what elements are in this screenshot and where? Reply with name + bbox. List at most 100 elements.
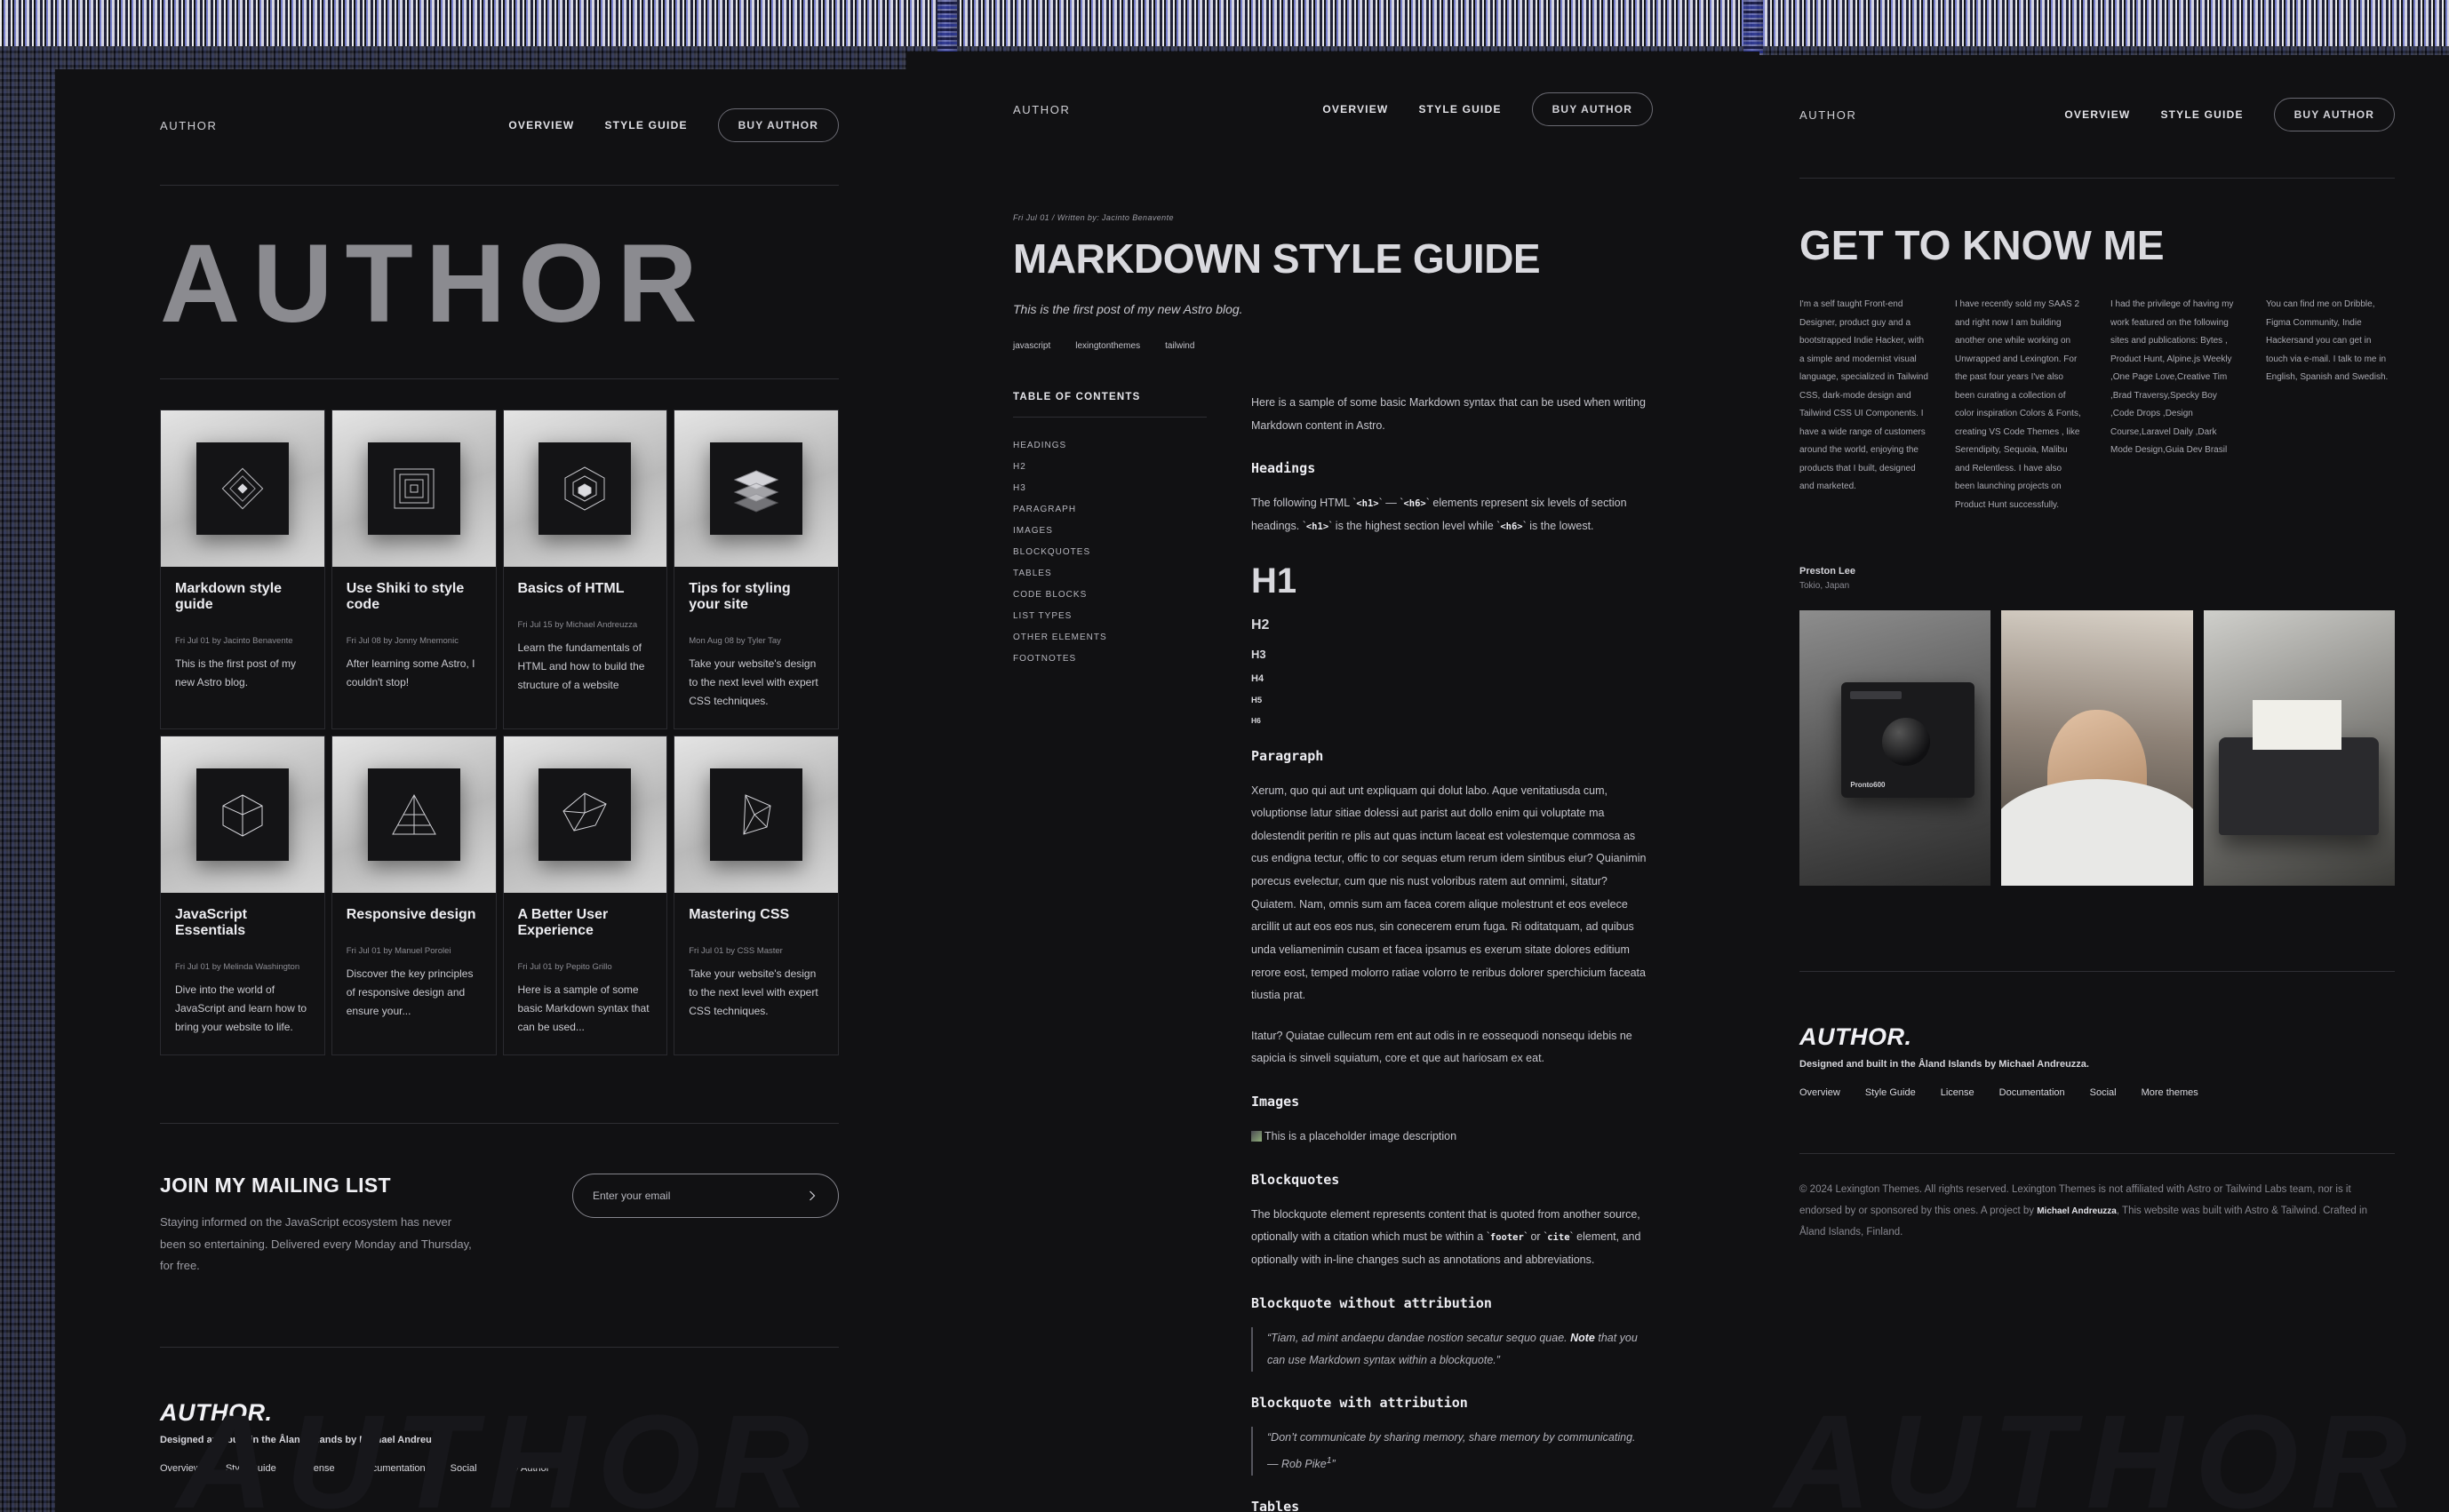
article-tag[interactable]: tailwind [1165,341,1194,351]
post-card[interactable]: A Better User Experience Fri Jul 01 by Pe… [502,736,668,1055]
nav-overview[interactable]: OVERVIEW [508,119,574,131]
toc-item-other-elements[interactable]: OTHER ELEMENTS [1013,633,1207,642]
post-card[interactable]: Markdown style guide Fri Jul 01 by Jacint… [160,410,325,729]
about-footer-link-more-themes[interactable]: More themes [2142,1087,2198,1098]
footer-link-overview[interactable]: Overview [160,1463,201,1474]
toc-item-h2[interactable]: H2 [1013,462,1207,472]
code-h6-b: <h6> [1500,521,1523,532]
about-footer-logo: AUTHOR. [1799,1023,1912,1050]
demo-heading-h4: H4 [1251,672,1264,684]
footer-link-license[interactable]: License [301,1463,335,1474]
article-nav-style-guide[interactable]: STYLE GUIDE [1418,103,1501,115]
concentric-diamond-icon [221,467,264,510]
post-card-thumbnail [161,410,324,567]
article-primary-nav: OVERVIEW STYLE GUIDE BUY AUTHOR [1322,92,1653,126]
toc-item-h3[interactable]: H3 [1013,483,1207,493]
post-card-meta: Fri Jul 15 by Michael Andreuzza [517,620,638,630]
bq-quote-close: ” [1331,1457,1336,1470]
article-nav-overview[interactable]: OVERVIEW [1322,103,1388,115]
footer-link-style-guide[interactable]: Style Guide [226,1463,276,1474]
about-nav-overview[interactable]: OVERVIEW [2064,108,2130,121]
toc-item-headings[interactable]: HEADINGS [1013,441,1207,450]
bq-note-emphasis: Note [1570,1331,1595,1344]
heading-blockquote-without-attribution: Blockquote without attribution [1251,1294,1492,1311]
folded-cube-icon [562,792,608,832]
chevron-right-icon[interactable] [806,1190,818,1202]
stacked-layers-icon [733,470,779,513]
toc-item-tables[interactable]: TABLES [1013,569,1207,578]
post-card-title: JavaScript Essentials [175,907,247,938]
hb2: — [1382,497,1400,510]
nav-style-guide[interactable]: STYLE GUIDE [604,119,687,131]
about-column-paragraph: You can find me on Dribble, Figma Commun… [2266,299,2389,382]
article-lede: This is the first post of my new Astro b… [1013,302,1243,316]
buy-author-button[interactable]: BUY AUTHOR [717,108,839,142]
post-card[interactable]: Use Shiki to style code Fri Jul 08 by Jon… [331,410,497,729]
about-legal-author-name: Michael Andreuzza [2037,1206,2117,1217]
hb5: is the lowest. [1526,519,1594,532]
post-card-thumbnail [674,736,838,893]
bq-with-text: “Don’t communicate by sharing memory, sh… [1267,1430,1636,1444]
post-card-thumbnail [503,410,667,567]
about-nav-style-guide[interactable]: STYLE GUIDE [2160,108,2243,121]
about-column-paragraph: I'm a self taught Front-end Designer, pr… [1799,299,1928,491]
article-buy-author-button[interactable]: BUY AUTHOR [1531,92,1653,126]
cube-icon [222,794,263,837]
post-card-thumbnail [161,736,324,893]
article-body-layout: TABLE OF CONTENTS HEADINGS H2 H3 PARAGRAPH I… [1013,392,1653,1512]
post-card[interactable]: Basics of HTML Fri Jul 15 by Michael Andr… [502,410,668,729]
post-card[interactable]: Tips for styling your site Mon Aug 08 by … [674,410,839,729]
footer-top-divider [160,1347,839,1349]
post-card-meta: Fri Jul 01 by Jacinto Benavente [175,636,293,646]
triangle-lines-icon [391,793,436,835]
person-card: Preston Lee Tokio, Japan [1799,566,2395,591]
mailing-list-section: JOIN MY MAILING LIST Staying informed on… [160,1174,839,1277]
toc-item-blockquotes[interactable]: BLOCKQUOTES [1013,547,1207,557]
toc-item-list-types[interactable]: LIST TYPES [1013,611,1207,621]
about-footer-link-license[interactable]: License [1941,1087,1974,1098]
about-footer-link-social[interactable]: Social [2090,1087,2117,1098]
footer-link-buy-author[interactable]: Buy Author [502,1463,550,1474]
polaroid-camera-photo: Pronto600 [1799,610,1991,886]
heading-blockquotes: Blockquotes [1251,1171,1340,1188]
article-meta: Fri Jul 01 / Written by: Jacinto Benaven… [1013,213,1174,222]
post-card[interactable]: Mastering CSS Fri Jul 01 by CSS Master Tak… [674,736,839,1055]
heading-tables: Tables [1251,1498,1300,1512]
about-footer-link-documentation[interactable]: Documentation [1999,1087,2065,1098]
toc-item-footnotes[interactable]: FOOTNOTES [1013,654,1207,664]
site-footer: AUTHOR. Designed and built in the Åland … [160,1399,839,1474]
footer-link-social[interactable]: Social [451,1463,477,1474]
toc-item-code-blocks[interactable]: CODE BLOCKS [1013,590,1207,600]
toc-list: HEADINGS H2 H3 PARAGRAPH IMAGES BLOCKQUOTES TA… [1013,441,1207,664]
post-card[interactable]: Responsive design Fri Jul 01 by Manuel Po… [331,736,497,1055]
portrait-man-photo [2001,610,2193,886]
about-primary-nav: OVERVIEW STYLE GUIDE BUY AUTHOR [2064,98,2395,131]
about-footer-link-style-guide[interactable]: Style Guide [1865,1087,1916,1098]
footer-link-documentation[interactable]: Documentation [360,1463,426,1474]
typewriter-graphic [2219,699,2380,835]
article-page-panel: AUTHOR OVERVIEW STYLE GUIDE BUY AUTHOR F… [906,52,1759,1512]
demo-heading-h1: H1 [1251,561,1297,601]
polaroid-camera-graphic: Pronto600 [1841,681,1975,798]
article-intro: Here is a sample of some basic Markdown … [1251,396,1646,432]
post-card[interactable]: JavaScript Essentials Fri Jul 01 by Melin… [160,736,325,1055]
toc-item-images[interactable]: IMAGES [1013,526,1207,536]
article-header: Fri Jul 01 / Written by: Jacinto Benaven… [1013,213,1653,351]
about-buy-author-button[interactable]: BUY AUTHOR [2273,98,2395,131]
primary-nav: OVERVIEW STYLE GUIDE BUY AUTHOR [508,108,839,142]
post-card-title: Markdown style guide [175,581,283,612]
post-card-title: Tips for styling your site [689,581,791,612]
spiral-square-icon [394,468,435,509]
post-card-thumbnail [674,410,838,567]
post-card-meta: Fri Jul 01 by Melinda Washington [175,962,300,972]
toc-item-paragraph[interactable]: PARAGRAPH [1013,505,1207,514]
article-tag[interactable]: lexingtonthemes [1075,341,1140,351]
email-signup-field[interactable]: Enter your email [572,1174,839,1218]
about-footer-link-overview[interactable]: Overview [1799,1087,1840,1098]
post-card-thumbnail [331,410,496,567]
post-card-grid: Markdown style guide Fri Jul 01 by Jacint… [160,410,839,1055]
article-tag[interactable]: javascript [1013,341,1050,351]
code-h1-a: <h1> [1356,498,1379,510]
mailing-copy: Staying informed on the JavaScript ecosy… [160,1215,472,1273]
footer-tagline: Designed and built in the Åland Islands … [160,1435,450,1446]
